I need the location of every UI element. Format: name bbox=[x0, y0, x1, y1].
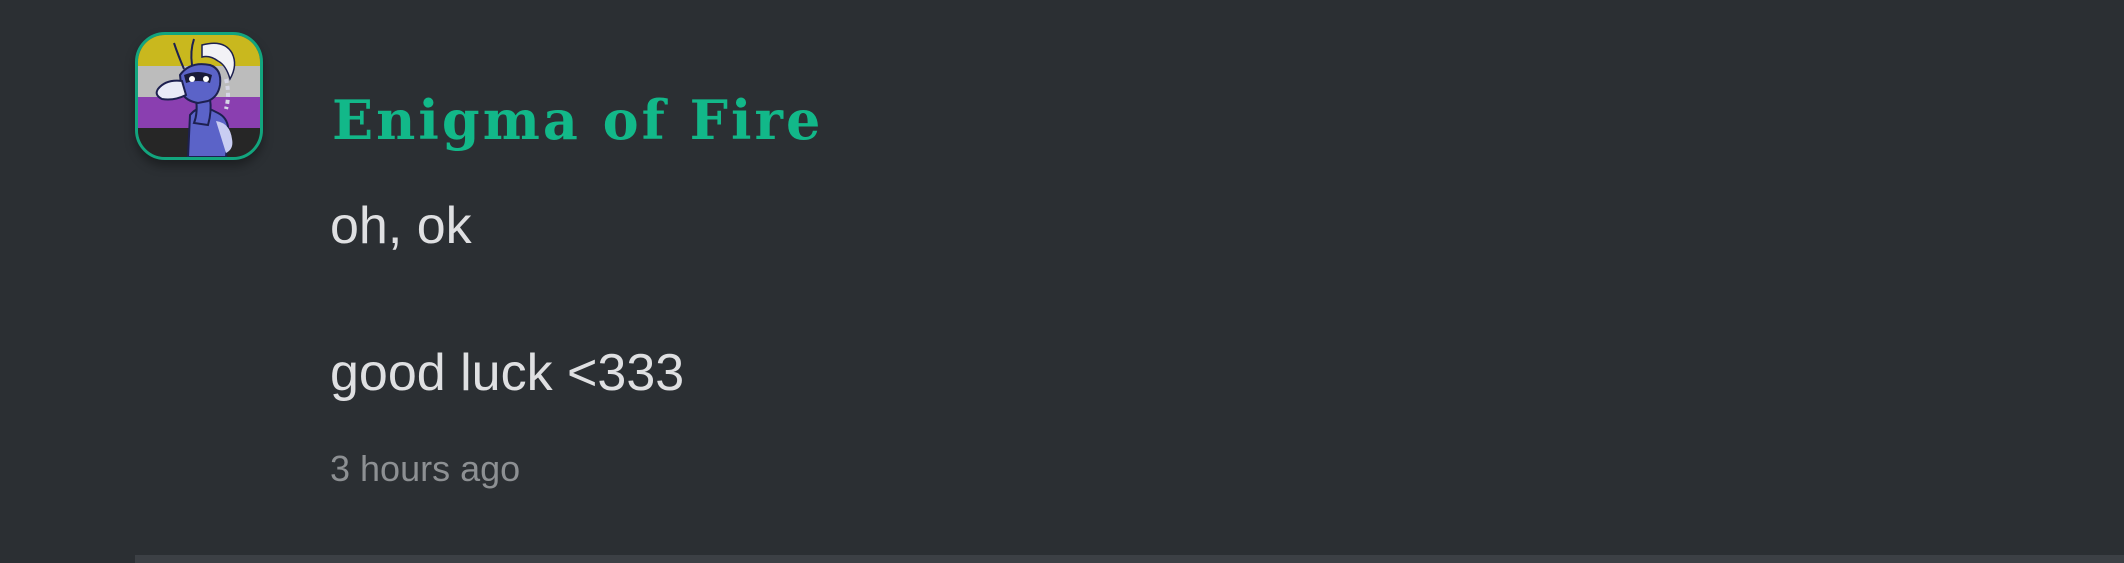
comment-divider bbox=[135, 555, 2124, 563]
comment-body: oh, ok good luck <333 bbox=[330, 196, 684, 403]
avatar-image bbox=[138, 35, 260, 157]
comment-author[interactable]: Enigma of Fire bbox=[332, 84, 823, 156]
user-avatar[interactable] bbox=[135, 32, 263, 160]
comment-line: good luck <333 bbox=[330, 344, 685, 402]
comment-timestamp[interactable]: 3 hours ago bbox=[330, 447, 520, 491]
comment-card: Enigma of Fire oh, ok good luck <333 3 h… bbox=[0, 0, 2124, 563]
comment-line: oh, ok bbox=[330, 197, 472, 255]
